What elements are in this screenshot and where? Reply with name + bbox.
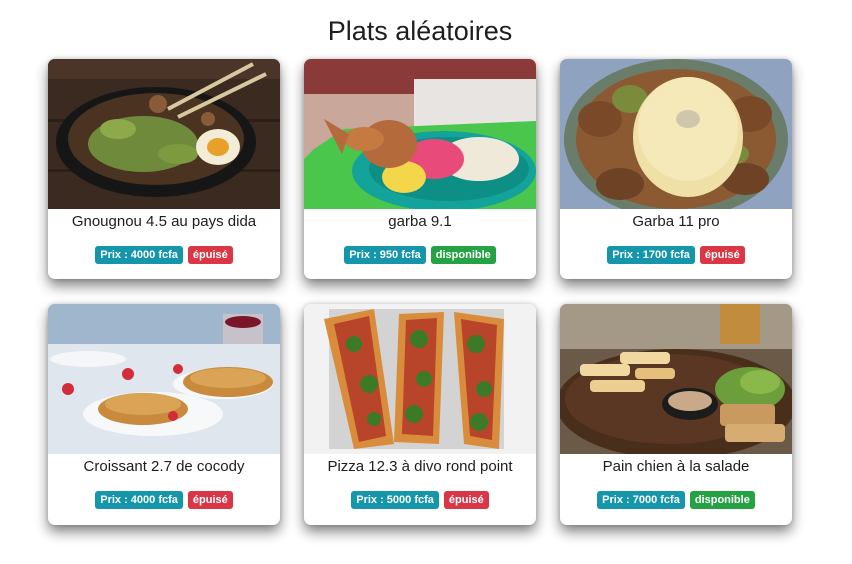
status-badge: épuisé <box>187 246 233 264</box>
fried-fish-salad-photo[interactable] <box>304 59 536 209</box>
status-badge: épuisé <box>187 491 233 509</box>
dish-grid: Gnougnou 4.5 au pays dida Prix : 4000 fc… <box>48 59 792 525</box>
dish-name: Gnougnou 4.5 au pays dida <box>71 213 257 230</box>
croissant-table-photo[interactable] <box>48 304 280 454</box>
dish-name: Croissant 2.7 de cocody <box>83 458 245 475</box>
dish-card[interactable]: Garba 11 pro Prix : 1700 fcfa épuisé <box>560 59 792 279</box>
status-badge: disponible <box>430 246 496 264</box>
page-title: Plats aléatoires <box>327 16 513 46</box>
badge-row: Prix : 4000 fcfa épuisé <box>48 246 280 264</box>
grilled-platter-image <box>560 304 792 454</box>
price-badge: Prix : 1700 fcfa <box>607 246 695 264</box>
grilled-platter-photo[interactable] <box>560 304 792 454</box>
dish-card[interactable]: Pain chien à la salade Prix : 7000 fcfa … <box>560 304 792 525</box>
croissant-table-image <box>48 304 280 454</box>
price-badge: Prix : 4000 fcfa <box>95 246 183 264</box>
dish-card[interactable]: garba 9.1 Prix : 950 fcfa disponible <box>304 59 536 279</box>
arugula-pizza-image <box>304 304 536 454</box>
price-badge: Prix : 950 fcfa <box>344 246 426 264</box>
arugula-pizza-photo[interactable] <box>304 304 536 454</box>
badge-row: Prix : 4000 fcfa épuisé <box>48 491 280 509</box>
status-badge: disponible <box>689 491 755 509</box>
attieke-dome-image <box>560 59 792 209</box>
attieke-dome-photo[interactable] <box>560 59 792 209</box>
dish-name: Pizza 12.3 à divo rond point <box>327 458 513 475</box>
price-badge: Prix : 5000 fcfa <box>351 491 439 509</box>
dish-card[interactable]: Gnougnou 4.5 au pays dida Prix : 4000 fc… <box>48 59 280 279</box>
status-badge: épuisé <box>443 491 489 509</box>
badge-row: Prix : 7000 fcfa disponible <box>560 491 792 509</box>
dish-name: Pain chien à la salade <box>602 458 750 475</box>
fried-fish-salad-image <box>304 59 536 209</box>
dish-card[interactable]: Pizza 12.3 à divo rond point Prix : 5000… <box>304 304 536 525</box>
status-badge: épuisé <box>699 246 745 264</box>
ramen-bowl-photo[interactable] <box>48 59 280 209</box>
badge-row: Prix : 950 fcfa disponible <box>304 246 536 264</box>
price-badge: Prix : 7000 fcfa <box>597 491 685 509</box>
price-badge: Prix : 4000 fcfa <box>95 491 183 509</box>
badge-row: Prix : 5000 fcfa épuisé <box>304 491 536 509</box>
badge-row: Prix : 1700 fcfa épuisé <box>560 246 792 264</box>
dish-name: Garba 11 pro <box>632 213 720 230</box>
ramen-bowl-image <box>48 59 280 209</box>
dish-name: garba 9.1 <box>388 213 452 230</box>
dish-card[interactable]: Croissant 2.7 de cocody Prix : 4000 fcfa… <box>48 304 280 525</box>
